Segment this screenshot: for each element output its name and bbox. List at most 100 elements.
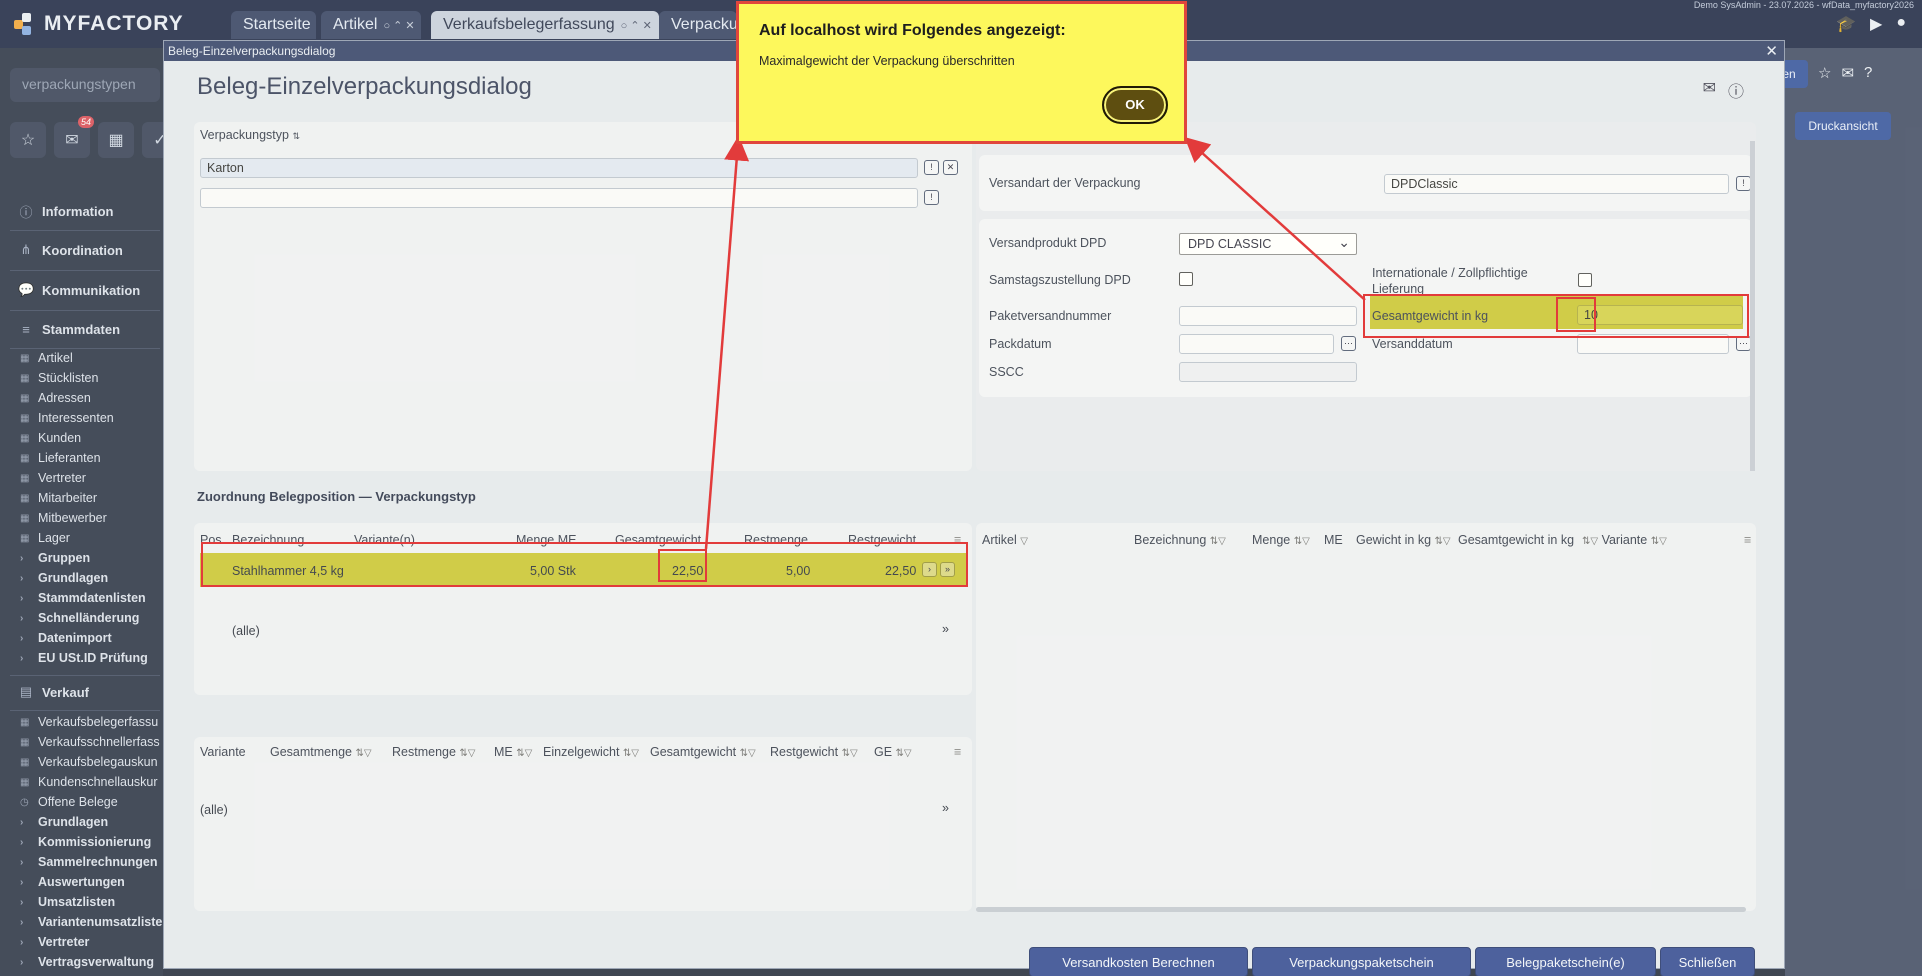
- tab-verkaufsbelegerfassung[interactable]: Verkaufsbelegerfassung ○ ⌃ ✕: [431, 11, 659, 39]
- sidebar-section-kommunikation[interactable]: 💬 Kommunikation: [18, 282, 140, 298]
- column-header-ge[interactable]: GE ⇅▽: [874, 745, 912, 759]
- sidebar-item-verkaufsbelegauskunft[interactable]: ▦ Verkaufsbelegauskun: [20, 755, 158, 769]
- sidebar-group-vertragsverwaltung[interactable]: › Vertragsverwaltung: [20, 955, 154, 969]
- user-icon[interactable]: ●: [1896, 14, 1906, 34]
- sidebar-group-grundlagen-verkauf[interactable]: › Grundlagen: [20, 815, 108, 829]
- column-header-restgewicht[interactable]: Restgewicht ⇅▽: [770, 745, 858, 759]
- row-alle[interactable]: (alle): [200, 803, 228, 817]
- grad-cap-icon[interactable]: 🎓: [1836, 14, 1856, 34]
- sidebar-search-input[interactable]: verpackungstypen: [10, 68, 160, 102]
- sidebar-group-sammelrechnungen[interactable]: › Sammelrechnungen: [20, 855, 157, 869]
- samstag-checkbox[interactable]: [1179, 272, 1193, 286]
- sidebar-item-interessenten[interactable]: ▦ Interessenten: [20, 411, 114, 425]
- international-checkbox[interactable]: [1578, 273, 1592, 287]
- assign-all-icon[interactable]: »: [942, 622, 949, 636]
- column-menu-icon[interactable]: ≡: [954, 745, 961, 759]
- verpackungstyp-new-field[interactable]: [200, 188, 918, 208]
- horizontal-scrollbar[interactable]: [976, 907, 1746, 912]
- versandprodukt-select[interactable]: DPD CLASSIC: [1179, 233, 1357, 255]
- app-logo[interactable]: MYFACTORY: [14, 12, 184, 36]
- date-picker-icon[interactable]: ⋯: [1341, 336, 1356, 351]
- close-icon[interactable]: ✕: [1765, 42, 1778, 60]
- delete-button-icon[interactable]: ✕: [943, 160, 958, 175]
- date-picker-icon[interactable]: ⋯: [1736, 336, 1751, 351]
- column-header-artikel[interactable]: Artikel ▽: [982, 533, 1028, 547]
- alert-ok-button[interactable]: OK: [1102, 86, 1168, 124]
- column-header-restmenge[interactable]: Restmenge ⇅▽: [392, 745, 476, 759]
- column-header-me[interactable]: ME ⇅▽: [494, 745, 532, 759]
- sidebar-group-eu-ustid[interactable]: › EU USt.ID Prüfung: [20, 651, 148, 665]
- row-alle[interactable]: (alle): [232, 624, 260, 638]
- schliessen-button[interactable]: Schließen: [1660, 947, 1755, 976]
- assign-all-icon[interactable]: »: [942, 801, 949, 815]
- sidebar-item-offene-belege[interactable]: ◷ Offene Belege: [20, 795, 118, 809]
- sidebar-group-variantenumsatzliste[interactable]: › Variantenumsatzliste: [20, 915, 162, 929]
- column-header-gesamtmenge[interactable]: Gesamtmenge ⇅▽: [270, 745, 372, 759]
- column-header-variante[interactable]: ⇅▽ Variante ⇅▽: [1582, 533, 1667, 547]
- column-header-gesamtgewicht-kg[interactable]: Gesamtgewicht in kg: [1458, 533, 1582, 547]
- tab-controls-icon[interactable]: ○ ⌃ ✕: [621, 20, 652, 32]
- verpackungstyp-field[interactable]: Karton: [200, 158, 918, 178]
- sidebar-item-lieferanten[interactable]: ▦ Lieferanten: [20, 451, 101, 465]
- column-header-gesamtgewicht[interactable]: Gesamtgewicht ⇅▽: [650, 745, 756, 759]
- sidebar-section-verkauf[interactable]: ▤ Verkauf: [18, 684, 89, 700]
- sidebar-section-stammdaten[interactable]: ≡ Stammdaten: [18, 322, 120, 337]
- favorites-icon[interactable]: ☆: [10, 122, 46, 158]
- sidebar-group-auswertungen[interactable]: › Auswertungen: [20, 875, 125, 889]
- column-header-bezeichnung[interactable]: Bezeichnung ⇅▽: [1134, 533, 1226, 547]
- help-icon[interactable]: ⓘ: [1728, 78, 1744, 102]
- paketnr-field[interactable]: [1179, 306, 1357, 326]
- sidebar-item-kundenschnellauskunft[interactable]: ▦ Kundenschnellauskur: [20, 775, 158, 789]
- sidebar-item-stuecklisten[interactable]: ▦ Stücklisten: [20, 371, 98, 385]
- sidebar-section-koordination[interactable]: ⋔ Koordination: [18, 242, 123, 258]
- mail-icon[interactable]: ✉ 54: [54, 116, 94, 158]
- tab-artikel[interactable]: Artikel ○ ⌃ ✕: [321, 11, 421, 39]
- column-header[interactable]: ME: [1324, 533, 1343, 547]
- belegpaketschein-button[interactable]: Belegpaketschein(e): [1475, 947, 1656, 976]
- app-switch-icon[interactable]: ▶: [1870, 14, 1882, 34]
- sidebar-item-lager[interactable]: ▦ Lager: [20, 531, 70, 545]
- column-header-menge[interactable]: Menge ⇅▽: [1252, 533, 1310, 547]
- sidebar-item-artikel[interactable]: ▦ Artikel: [20, 351, 73, 365]
- column-menu-icon[interactable]: ≡: [1744, 533, 1751, 547]
- druckansicht-button[interactable]: Druckansicht: [1795, 112, 1891, 140]
- info-button-icon[interactable]: !: [924, 190, 939, 205]
- sidebar-group-vertreter-verkauf[interactable]: › Vertreter: [20, 935, 89, 949]
- column-header-einzelgewicht[interactable]: Einzelgewicht ⇅▽: [543, 745, 639, 759]
- sidebar-group-schnellaenderung[interactable]: › Schnelländerung: [20, 611, 139, 625]
- sidebar-group-gruppen[interactable]: › Gruppen: [20, 551, 90, 565]
- verpackungstyp-header[interactable]: Verpackungstyp ⇅: [200, 128, 300, 142]
- sscc-field[interactable]: [1179, 362, 1357, 382]
- help-icon[interactable]: ?: [1864, 64, 1872, 82]
- sidebar-group-stammdatenlisten[interactable]: › Stammdatenlisten: [20, 591, 146, 605]
- sidebar-item-adressen[interactable]: ▦ Adressen: [20, 391, 91, 405]
- sidebar-item-vertreter[interactable]: ▦ Vertreter: [20, 471, 86, 485]
- tab-controls-icon[interactable]: ○ ⌃ ✕: [383, 20, 414, 32]
- column-header-gewicht[interactable]: Gewicht in kg ⇅▽: [1356, 533, 1451, 547]
- sidebar-group-umsatzlisten[interactable]: › Umsatzlisten: [20, 895, 115, 909]
- tab-startseite[interactable]: Startseite: [231, 11, 316, 39]
- column-header[interactable]: Variante: [200, 745, 246, 759]
- mail-icon[interactable]: ✉: [1841, 64, 1854, 82]
- calendar-icon[interactable]: ▦: [98, 122, 134, 158]
- versandkosten-berechnen-button[interactable]: Versandkosten Berechnen: [1029, 947, 1248, 976]
- info-button-icon[interactable]: !: [1736, 176, 1751, 191]
- sidebar-item-mitarbeiter[interactable]: ▦ Mitarbeiter: [20, 491, 97, 505]
- scrollbar[interactable]: [1750, 141, 1755, 471]
- sidebar-section-information[interactable]: ⓘ Information: [18, 202, 113, 221]
- packdatum-field[interactable]: [1179, 334, 1334, 354]
- sidebar-item-verkaufsbelegerfassung[interactable]: ▦ Verkaufsbelegerfassu: [20, 715, 158, 729]
- star-icon[interactable]: ☆: [1818, 64, 1831, 82]
- sidebar-group-kommissionierung[interactable]: › Kommissionierung: [20, 835, 151, 849]
- sidebar-group-grundlagen[interactable]: › Grundlagen: [20, 571, 108, 585]
- sidebar-item-kunden[interactable]: ▦ Kunden: [20, 431, 81, 445]
- verpackungspaketschein-button[interactable]: Verpackungspaketschein: [1252, 947, 1471, 976]
- sidebar-item-mitbewerber[interactable]: ▦ Mitbewerber: [20, 511, 107, 525]
- tab-verpackung[interactable]: Verpackun: [659, 11, 737, 39]
- mail-icon[interactable]: ✉: [1703, 78, 1716, 102]
- tasks-icon[interactable]: ✓: [142, 122, 163, 158]
- versandart-field[interactable]: DPDClassic: [1384, 174, 1729, 194]
- info-button-icon[interactable]: !: [924, 160, 939, 175]
- sidebar-group-datenimport[interactable]: › Datenimport: [20, 631, 112, 645]
- sidebar-item-verkaufsschnellerfassung[interactable]: ▦ Verkaufsschnellerfass: [20, 735, 160, 749]
